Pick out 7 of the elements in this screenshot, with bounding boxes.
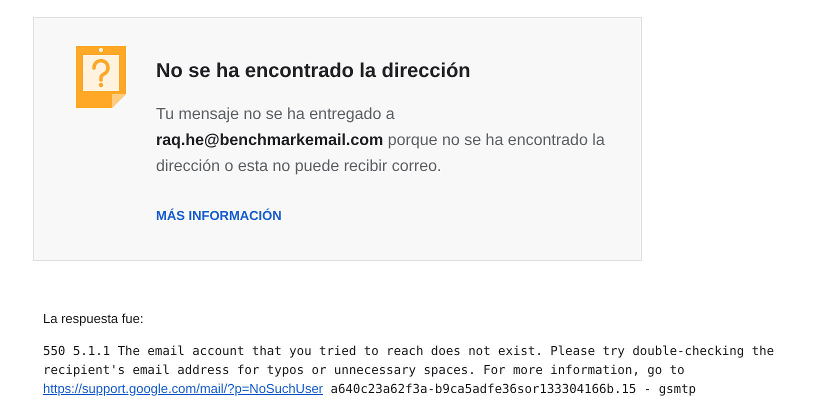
response-label: La respuesta fue:: [43, 310, 144, 328]
card-message: Tu mensaje no se ha entregado a raq.he@benchmarkemail.com porque no se ha encontrado la dirección o esta no puede recibir correo.: [156, 105, 606, 177]
more-info-link[interactable]: MÁS INFORMACIÓN: [156, 206, 282, 226]
question-note-icon: [76, 46, 126, 108]
response-text: 550 5.1.1 The email account that you tried to reach does not exist. Please try double-checking the recipient's email address for typos or unnecessary spaces. For more information, go to https://support.google.com/mail/?p=NoSuchUser a640c23a62f3a-b9ca5adfe36sor133304166b.15 - gsmtp: [43, 342, 776, 398]
support-link[interactable]: https://support.google.com/mail/?p=NoSuchUser: [43, 380, 324, 396]
card-title: No se ha encontrado la dirección: [156, 59, 472, 84]
